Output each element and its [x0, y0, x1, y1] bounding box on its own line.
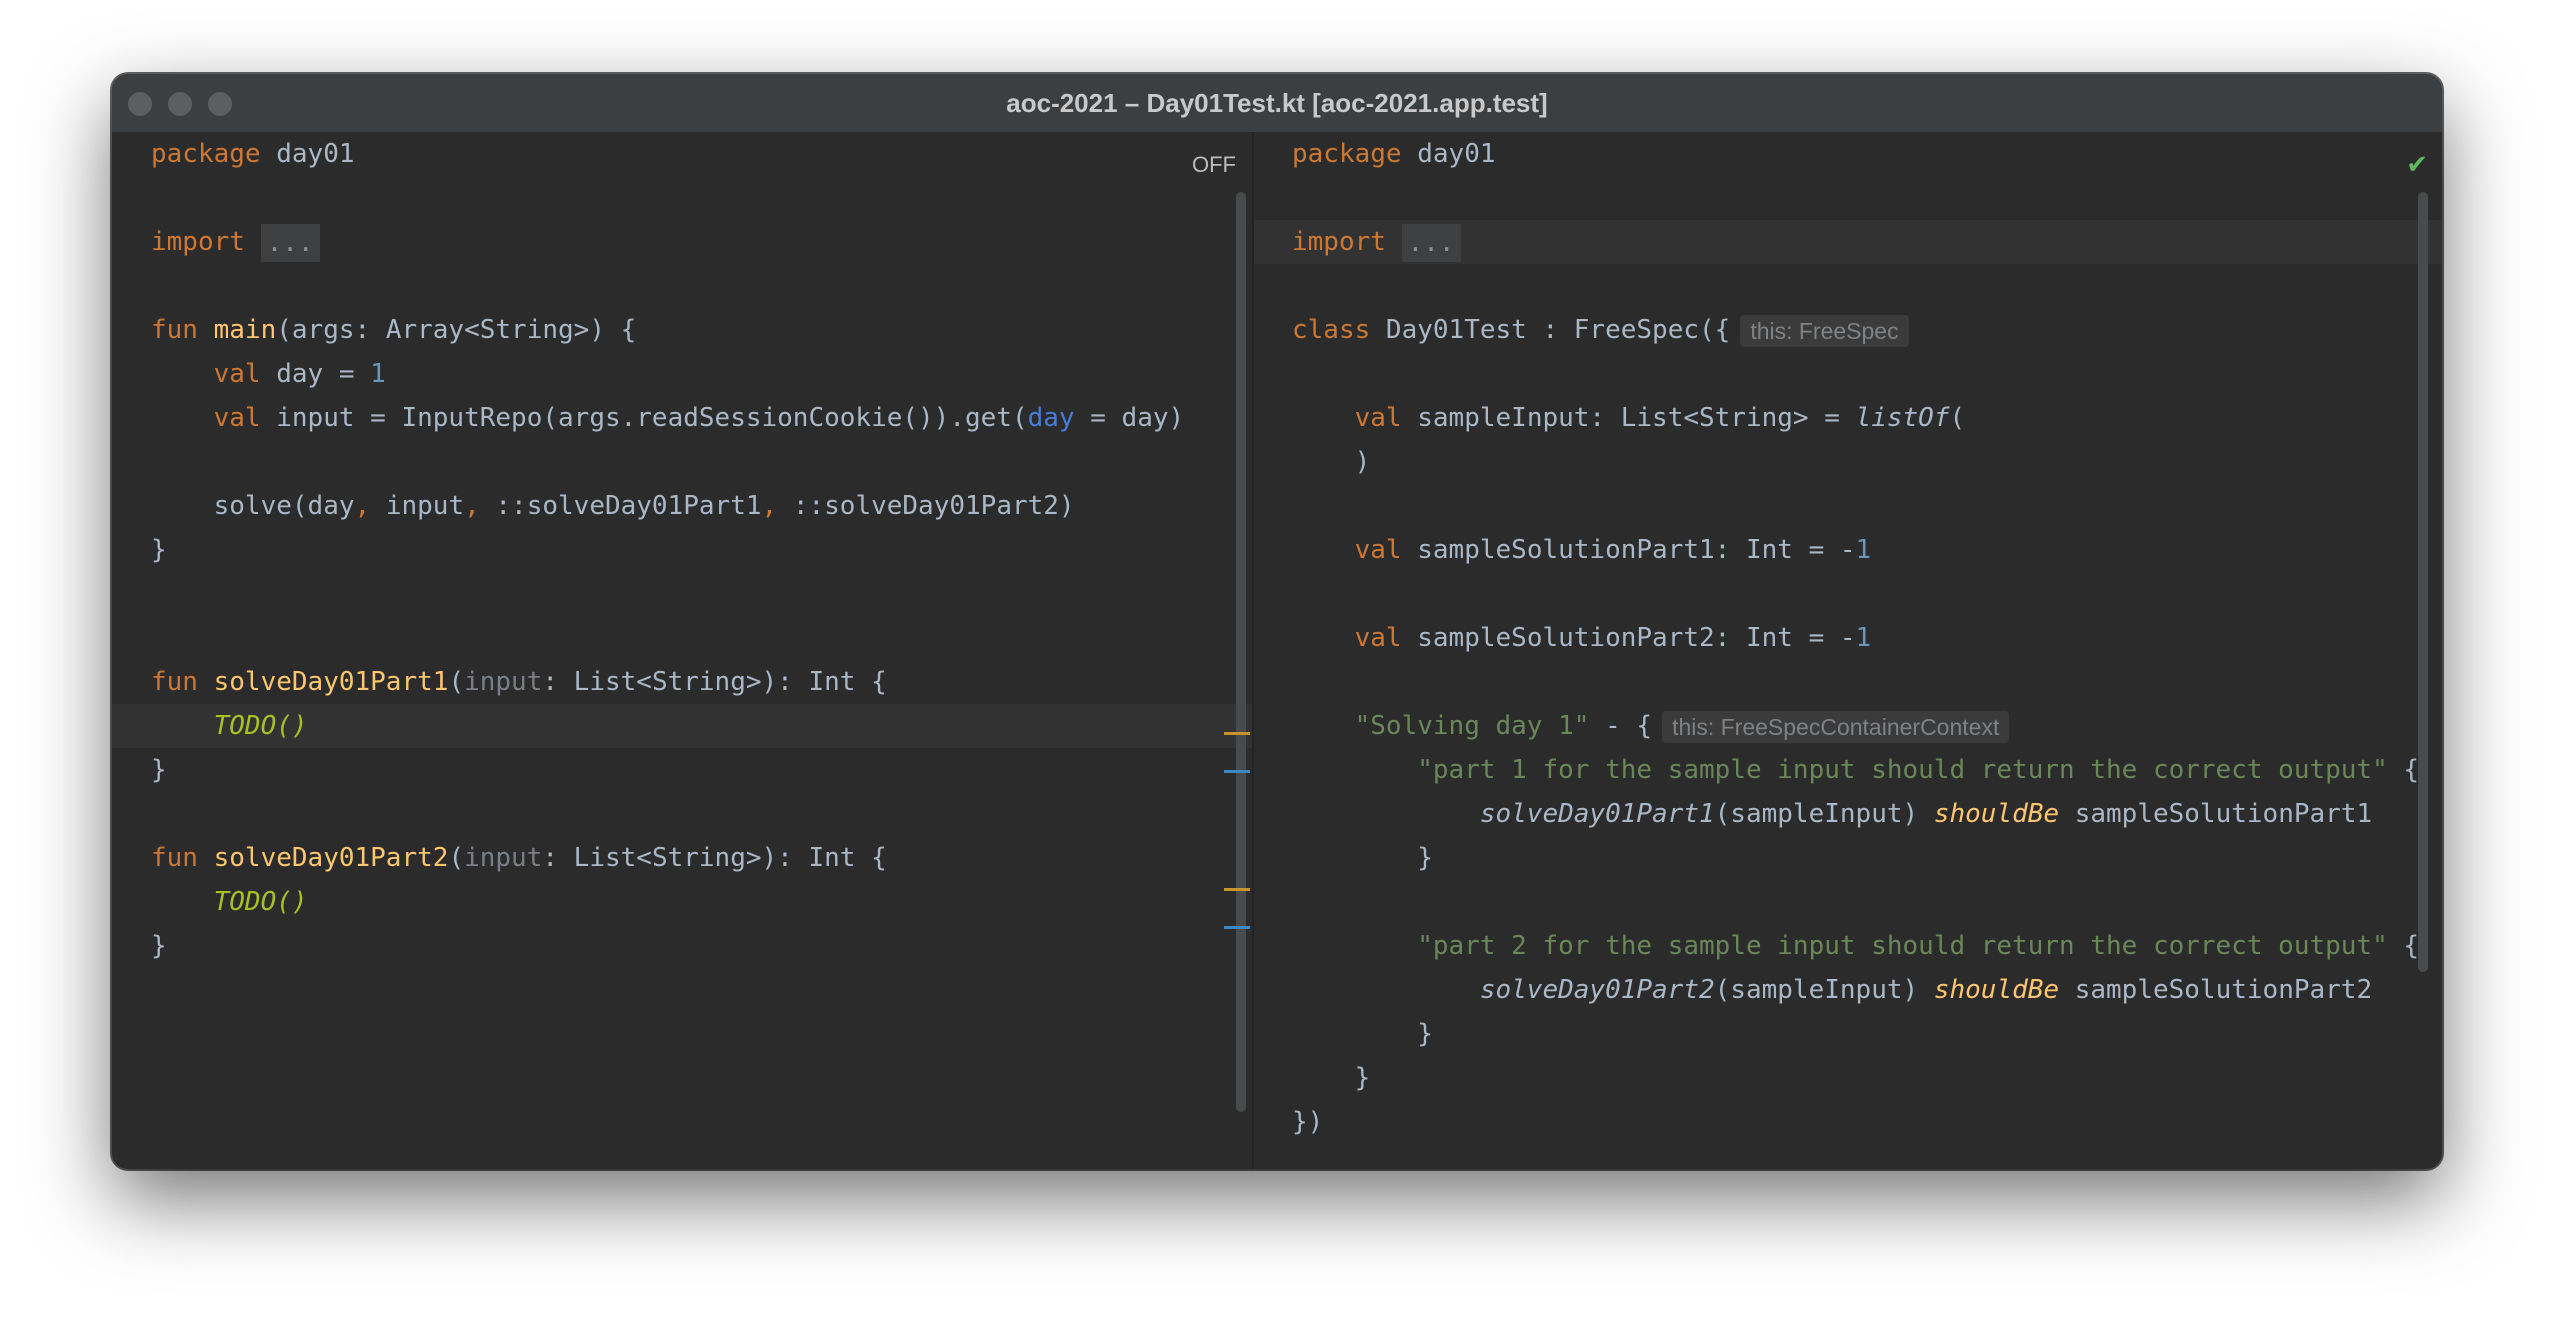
code-line[interactable]: val sampleSolutionPart1: Int = -1: [1254, 528, 1872, 572]
code-line[interactable]: solveDay01Part1(sampleInput) shouldBe sa…: [1254, 792, 2372, 836]
code-line[interactable]: }: [1254, 836, 1433, 880]
code-line[interactable]: fun solveDay01Part2(input: List<String>)…: [112, 836, 887, 880]
title-bar: aoc-2021 – Day01Test.kt [aoc-2021.app.te…: [112, 74, 2442, 133]
warning-marker[interactable]: [1224, 888, 1250, 891]
code-line[interactable]: }): [1254, 1100, 1323, 1144]
left-editor-pane[interactable]: OFF package day01 import ... fun main(ar…: [112, 132, 1252, 1169]
code-line[interactable]: solveDay01Part2(sampleInput) shouldBe sa…: [1254, 968, 2372, 1012]
warning-marker[interactable]: [1224, 732, 1250, 735]
code-line[interactable]: class Day01Test : FreeSpec({this: FreeSp…: [1254, 308, 1909, 352]
code-line[interactable]: ): [1254, 440, 1371, 484]
code-line[interactable]: val sampleSolutionPart2: Int = -1: [1254, 616, 1872, 660]
code-line[interactable]: "part 2 for the sample input should retu…: [1254, 924, 2419, 968]
left-scrollbar[interactable]: [1236, 192, 1246, 1112]
folded-imports[interactable]: ...: [260, 223, 320, 262]
code-line[interactable]: import ...: [112, 220, 320, 264]
inlay-hint: this: FreeSpecContainerContext: [1662, 710, 2010, 743]
current-code-line[interactable]: import ...: [1254, 220, 2442, 264]
inspection-status-label[interactable]: OFF: [1192, 152, 1236, 178]
code-line[interactable]: TODO(): [112, 880, 308, 924]
code-line[interactable]: val sampleInput: List<String> = listOf(: [1254, 396, 1966, 440]
window-title: aoc-2021 – Day01Test.kt [aoc-2021.app.te…: [1006, 88, 1548, 118]
current-code-line[interactable]: TODO(): [112, 704, 1252, 748]
code-line[interactable]: "part 1 for the sample input should retu…: [1254, 748, 2419, 792]
code-line[interactable]: val input = InputRepo(args.readSessionCo…: [112, 396, 1185, 440]
code-line[interactable]: }: [1254, 1056, 1371, 1100]
code-line[interactable]: package day01: [1254, 132, 1496, 176]
info-marker[interactable]: [1224, 770, 1250, 773]
code-line[interactable]: }: [112, 924, 167, 968]
ide-window: aoc-2021 – Day01Test.kt [aoc-2021.app.te…: [112, 74, 2442, 1169]
folded-imports[interactable]: ...: [1401, 223, 1461, 262]
checkmark-icon[interactable]: ✔: [2406, 150, 2428, 180]
right-scrollbar[interactable]: [2418, 192, 2428, 972]
code-line[interactable]: package day01: [112, 132, 355, 176]
info-marker[interactable]: [1224, 926, 1250, 929]
code-line[interactable]: fun main(args: Array<String>) {: [112, 308, 636, 352]
code-line[interactable]: }: [1254, 1012, 1433, 1056]
inlay-hint: this: FreeSpec: [1740, 314, 1909, 347]
code-line[interactable]: val day = 1: [112, 352, 386, 396]
code-line[interactable]: }: [112, 528, 167, 572]
code-line[interactable]: "Solving day 1" - {this: FreeSpecContain…: [1254, 704, 2010, 748]
code-line[interactable]: fun solveDay01Part1(input: List<String>)…: [112, 660, 887, 704]
code-line[interactable]: }: [112, 748, 167, 792]
right-editor-pane[interactable]: ✔ package day01 import ... class Day01Te…: [1254, 132, 2442, 1169]
code-line[interactable]: solve(day, input, ::solveDay01Part1, ::s…: [112, 484, 1075, 528]
